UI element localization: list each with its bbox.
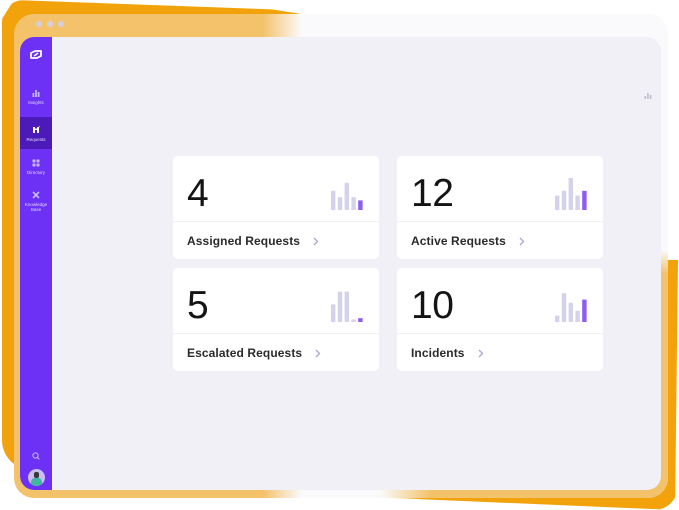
sparkline-bar	[568, 178, 573, 210]
card-divider	[173, 333, 379, 334]
stat-label: Assigned Requests	[187, 234, 301, 248]
sparkline-bar	[555, 195, 560, 210]
sidebar-item-label: Insights	[28, 100, 44, 105]
stat-label: Incidents	[411, 346, 465, 360]
sidebar: Insights Requests Directory Knowledge Ba…	[20, 37, 52, 490]
sidebar-item-label: Directory	[26, 170, 45, 175]
stat-value: 10	[411, 284, 454, 327]
search-icon[interactable]	[32, 452, 40, 460]
sparkline-bar	[582, 190, 587, 210]
stat-card-active-requests[interactable]: 12 Active Requests	[397, 156, 603, 259]
stat-label: Active Requests	[411, 234, 506, 248]
sparkline-bar	[555, 315, 560, 322]
window-minimize-button[interactable]	[47, 21, 53, 27]
sidebar-item-knowledge-base[interactable]: Knowledge Base	[20, 185, 52, 218]
stat-card-assigned-requests[interactable]: 4 Assigned Requests	[173, 156, 379, 259]
sidebar-footer	[20, 452, 52, 486]
bar-chart-icon	[32, 90, 40, 97]
trend-sparkline	[331, 182, 363, 210]
sparkline-bar	[344, 182, 349, 210]
bar-chart-icon[interactable]	[644, 92, 652, 99]
sparkline-bar	[582, 299, 587, 322]
brand-logo-icon[interactable]	[29, 49, 43, 61]
sparkline-bar	[344, 291, 349, 322]
sparkline-bar	[331, 190, 336, 210]
stat-value: 5	[187, 284, 209, 327]
window-close-button[interactable]	[36, 21, 42, 27]
grid-icon	[32, 159, 40, 167]
sparkline-bar	[351, 319, 356, 322]
trend-sparkline	[555, 293, 587, 322]
chevron-right-icon	[313, 237, 319, 245]
sparkline-bar	[568, 302, 573, 322]
trend-sparkline	[331, 291, 363, 322]
sparkline-bar	[358, 318, 363, 322]
card-link[interactable]: Active Requests	[411, 234, 525, 248]
sparkline-bar	[337, 197, 343, 210]
sparkline-bar	[337, 291, 343, 322]
sparkline-bar	[561, 190, 567, 210]
window-controls	[36, 21, 64, 27]
sidebar-item-insights[interactable]: Insights	[20, 83, 52, 111]
stat-value: 4	[187, 172, 209, 215]
stat-label: Escalated Requests	[187, 346, 303, 360]
sparkline-bar	[331, 304, 336, 322]
main-content: 4 Assigned Requests 12 Active Requests 5…	[52, 37, 661, 490]
knowledge-icon	[32, 191, 40, 199]
sparkline-bar	[575, 310, 580, 322]
sidebar-item-directory[interactable]: Directory	[20, 153, 52, 181]
stat-card-escalated-requests[interactable]: 5 Escalated Requests	[173, 268, 379, 371]
stat-card-incidents[interactable]: 10 Incidents	[397, 268, 603, 371]
app-window: Insights Requests Directory Knowledge Ba…	[20, 37, 661, 490]
card-divider	[173, 221, 379, 222]
sidebar-item-requests[interactable]: Requests	[20, 117, 52, 149]
card-link[interactable]: Incidents	[411, 346, 484, 360]
sparkline-bar	[575, 195, 580, 210]
window-maximize-button[interactable]	[58, 21, 64, 27]
sidebar-item-label: Requests	[26, 137, 46, 142]
stat-value: 12	[411, 172, 454, 215]
card-divider	[397, 221, 603, 222]
sparkline-bar	[561, 293, 567, 322]
sidebar-item-label: Knowledge Base	[24, 202, 48, 212]
sparkline-bar	[358, 200, 363, 210]
sparkline-bar	[351, 197, 356, 210]
card-link[interactable]: Assigned Requests	[187, 234, 319, 248]
card-divider	[397, 333, 603, 334]
card-link[interactable]: Escalated Requests	[187, 346, 321, 360]
chevron-right-icon	[315, 349, 321, 357]
user-avatar[interactable]	[27, 469, 45, 486]
trend-sparkline	[555, 178, 587, 210]
chevron-right-icon	[478, 349, 483, 357]
chevron-right-icon	[519, 237, 525, 245]
requests-icon	[33, 126, 40, 133]
